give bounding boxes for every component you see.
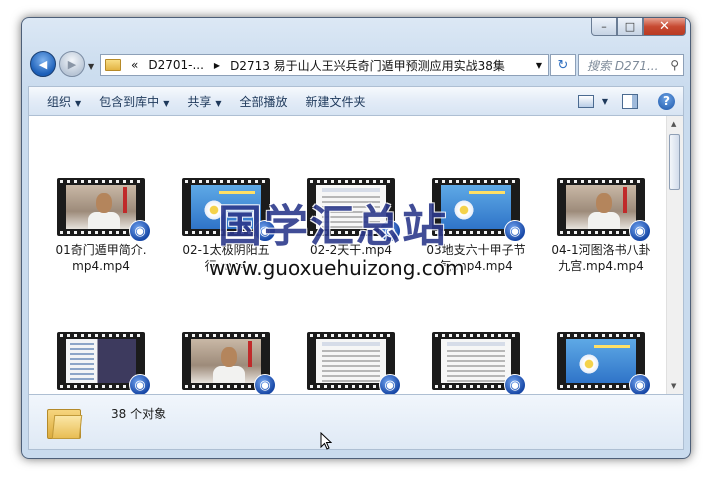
file-item[interactable]: ◉ 04-1河图洛书八卦九宫.mp4.mp4 — [551, 178, 651, 274]
folder-icon — [105, 59, 121, 71]
chevron-down-icon: ▼ — [163, 98, 170, 108]
details-pane: 38 个对象 — [28, 394, 684, 450]
new-folder-button[interactable]: 新建文件夹 — [306, 93, 366, 110]
play-all-button[interactable]: 全部播放 — [240, 93, 288, 110]
organize-button[interactable]: 组织 ▼ — [47, 93, 81, 110]
forward-arrow-icon: ▶ — [67, 57, 77, 71]
minimize-button[interactable]: – — [591, 18, 617, 36]
recent-pages-dropdown[interactable]: ▼ — [88, 62, 94, 71]
media-player-icon: ◉ — [129, 220, 151, 242]
breadcrumb-separator-icon[interactable]: ▶ — [214, 61, 220, 70]
breadcrumb-current[interactable]: D2713 易于山人王兴兵奇门遁甲预测应用实战38集 — [230, 57, 505, 74]
address-dropdown-icon[interactable]: ▼ — [536, 61, 542, 70]
media-player-icon: ◉ — [379, 374, 401, 394]
forward-button[interactable]: ▶ — [59, 51, 85, 77]
chevron-down-icon: ▼ — [215, 98, 222, 108]
media-player-icon: ◉ — [504, 220, 526, 242]
refresh-button[interactable]: ↻ — [550, 54, 576, 76]
file-item[interactable]: ◉05-1八门. — [176, 332, 276, 394]
share-button[interactable]: 共享 ▼ — [187, 93, 221, 110]
include-in-library-label: 包含到库中 — [99, 94, 160, 109]
breadcrumb-parent[interactable]: D2701-... — [148, 58, 204, 72]
back-button[interactable]: ◀ — [30, 51, 56, 77]
scroll-up-icon[interactable]: ▲ — [671, 120, 676, 128]
refresh-icon: ↻ — [557, 57, 569, 73]
watermark-title: 国学汇总站 — [218, 201, 448, 252]
folder-icon — [47, 405, 83, 439]
view-options-icon[interactable] — [577, 94, 594, 108]
file-item[interactable]: ◉05-3八神. — [426, 332, 526, 394]
file-item[interactable]: ◉ 01奇门遁甲简介.mp4.mp4 — [51, 178, 151, 274]
file-name: 04-1河图洛书八卦九宫.mp4.mp4 — [551, 243, 651, 273]
video-thumbnail: ◉ — [557, 178, 651, 242]
file-item[interactable]: ◉04-2万物类象. — [51, 332, 151, 394]
back-arrow-icon: ◀ — [38, 57, 48, 71]
video-thumbnail: ◉ — [307, 332, 401, 394]
video-thumbnail: ◉ — [57, 178, 151, 242]
scroll-down-icon[interactable]: ▼ — [671, 382, 676, 390]
organize-label: 组织 — [47, 94, 72, 109]
file-item[interactable]: ◉06-1十干克应. — [551, 332, 651, 394]
file-item[interactable]: ◉05-2九星. — [301, 332, 401, 394]
media-player-icon: ◉ — [629, 374, 651, 394]
media-player-icon: ◉ — [504, 374, 526, 394]
breadcrumb-overflow[interactable]: « — [131, 58, 138, 72]
video-thumbnail: ◉ — [57, 332, 151, 394]
help-icon[interactable]: ? — [658, 92, 675, 110]
caption-buttons: – □ ✕ — [591, 18, 686, 37]
file-list-area[interactable]: ◉ 01奇门遁甲简介.mp4.mp4 ◉ 02-1太极阴阳五行.mp4 ◉ 02-2天干.… — [28, 116, 684, 394]
watermark-url: www.guoxuehuizong.com — [209, 256, 465, 280]
view-dropdown-icon[interactable]: ▼ — [602, 97, 608, 106]
share-label: 共享 — [187, 94, 212, 109]
video-thumbnail: ◉ — [182, 332, 276, 394]
media-player-icon: ◉ — [254, 374, 276, 394]
maximize-button[interactable]: □ — [617, 18, 643, 36]
command-bar: 组织 ▼ 包含到库中 ▼ 共享 ▼ 全部播放 新建文件夹 ▼ ? — [28, 86, 684, 116]
scrollbar-thumb[interactable] — [669, 134, 680, 190]
chevron-down-icon: ▼ — [75, 98, 82, 108]
search-input[interactable]: 搜索 D271... ⚲ — [578, 54, 684, 76]
vertical-scrollbar[interactable]: ▲ ▼ — [666, 116, 683, 394]
media-player-icon: ◉ — [629, 220, 651, 242]
toolbar-right-group: ▼ ? — [577, 92, 683, 110]
file-name: 01奇门遁甲简介.mp4.mp4 — [55, 243, 147, 273]
include-in-library-button[interactable]: 包含到库中 ▼ — [99, 93, 169, 110]
search-placeholder: 搜索 D271... — [587, 58, 659, 73]
video-thumbnail: ◉ — [432, 332, 526, 394]
video-thumbnail: ◉ — [557, 332, 651, 394]
media-player-icon: ◉ — [129, 374, 151, 394]
item-count: 38 个对象 — [111, 407, 167, 421]
preview-pane-icon[interactable] — [622, 93, 638, 109]
search-icon[interactable]: ⚲ — [670, 58, 679, 72]
address-bar[interactable]: « D2701-... ▶ D2713 易于山人王兴兵奇门遁甲预测应用实战38集… — [100, 54, 549, 76]
close-button[interactable]: ✕ — [643, 18, 686, 36]
mouse-cursor-icon — [320, 432, 332, 450]
